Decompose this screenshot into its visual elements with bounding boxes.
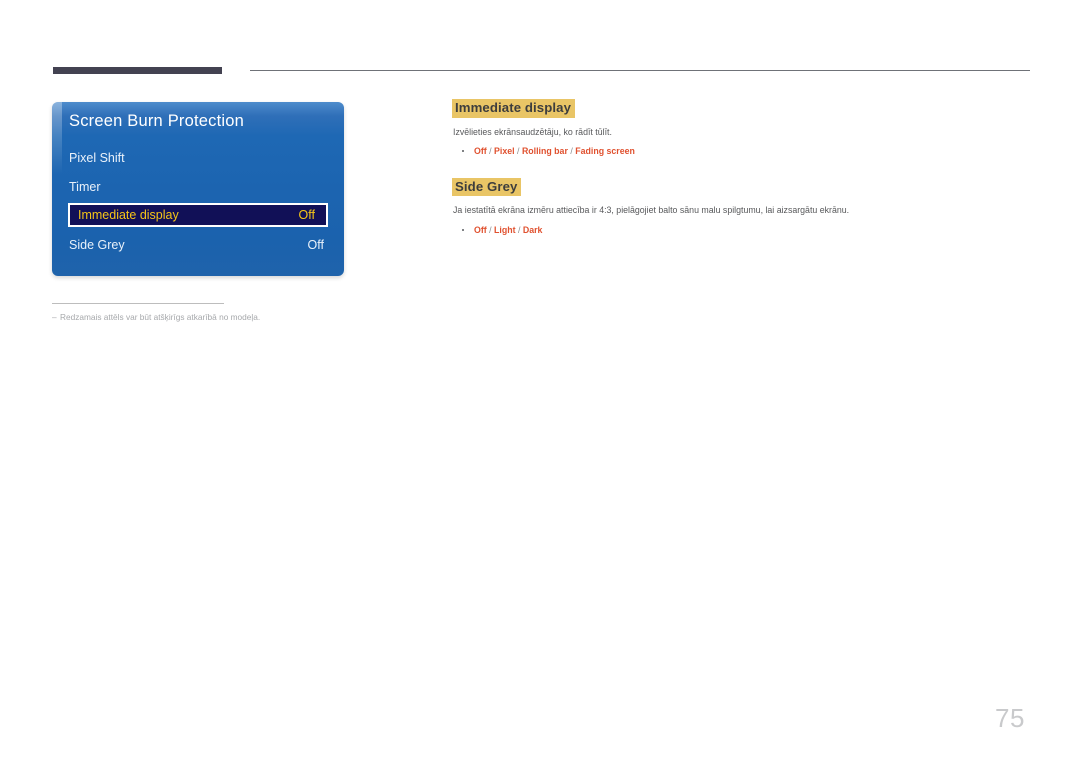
osd-menu-item-label: Pixel Shift [69, 151, 125, 165]
footnote-dash: – [52, 312, 57, 322]
footnote: – Redzamais attēls var būt atšķirīgs atka… [52, 312, 472, 322]
osd-menu-item-side-grey[interactable]: Side Grey Off [69, 233, 327, 257]
osd-menu-item-pixel-shift[interactable]: Pixel Shift [69, 146, 327, 170]
page-header-rule [0, 60, 1080, 80]
section-immediate-display: Immediate display Izvēlieties ekrānsaudz… [452, 99, 1030, 158]
option-value: Dark [522, 225, 543, 236]
option-list-item: Off / Light / Dark [452, 224, 1030, 236]
option-separator: / [486, 225, 495, 236]
option-separator: / [514, 146, 522, 157]
section-side-grey: Side Grey Ja iestatītā ekrāna izmēru att… [452, 177, 1030, 237]
page-number: 75 [995, 703, 1025, 733]
footnote-divider [52, 303, 224, 304]
osd-menu-item-timer[interactable]: Timer [69, 175, 327, 199]
option-value: Off [474, 146, 487, 157]
osd-menu-item-label: Side Grey [69, 238, 125, 252]
content-column: Immediate display Izvēlieties ekrānsaudz… [452, 99, 1030, 257]
section-heading: Side Grey [452, 177, 522, 197]
header-tab-marker [53, 67, 222, 74]
header-divider-line [250, 70, 1030, 71]
option-list: Off / Pixel / Rolling bar / Fading scree… [452, 145, 1030, 157]
option-list: Off / Light / Dark [452, 224, 1030, 236]
option-value: Light [494, 225, 516, 236]
osd-menu-item-label: Timer [69, 180, 101, 194]
section-description: Izvēlieties ekrānsaudzētāju, ko rādīt tū… [453, 126, 612, 137]
option-separator: / [515, 225, 523, 236]
option-value: Pixel [494, 146, 515, 157]
option-separator: / [486, 146, 495, 157]
osd-menu-item-immediate-display[interactable]: Immediate display Off [68, 203, 328, 227]
osd-menu-item-value: Off [298, 208, 315, 222]
section-heading: Immediate display [452, 99, 576, 118]
option-value: Fading screen [575, 146, 635, 157]
osd-menu-item-value: Off [307, 238, 324, 252]
footnote-text: Redzamais attēls var būt atšķirīgs atkar… [60, 312, 261, 322]
option-value: Off [474, 225, 487, 236]
option-value: Rolling bar [521, 146, 568, 157]
section-description: Ja iestatītā ekrāna izmēru attiecība ir … [453, 205, 850, 216]
osd-panel-title: Screen Burn Protection [69, 112, 244, 130]
osd-menu-item-label: Immediate display [78, 208, 179, 222]
option-list-item: Off / Pixel / Rolling bar / Fading scree… [452, 145, 1030, 157]
osd-menu-panel: Screen Burn Protection Pixel Shift Timer… [52, 102, 344, 276]
